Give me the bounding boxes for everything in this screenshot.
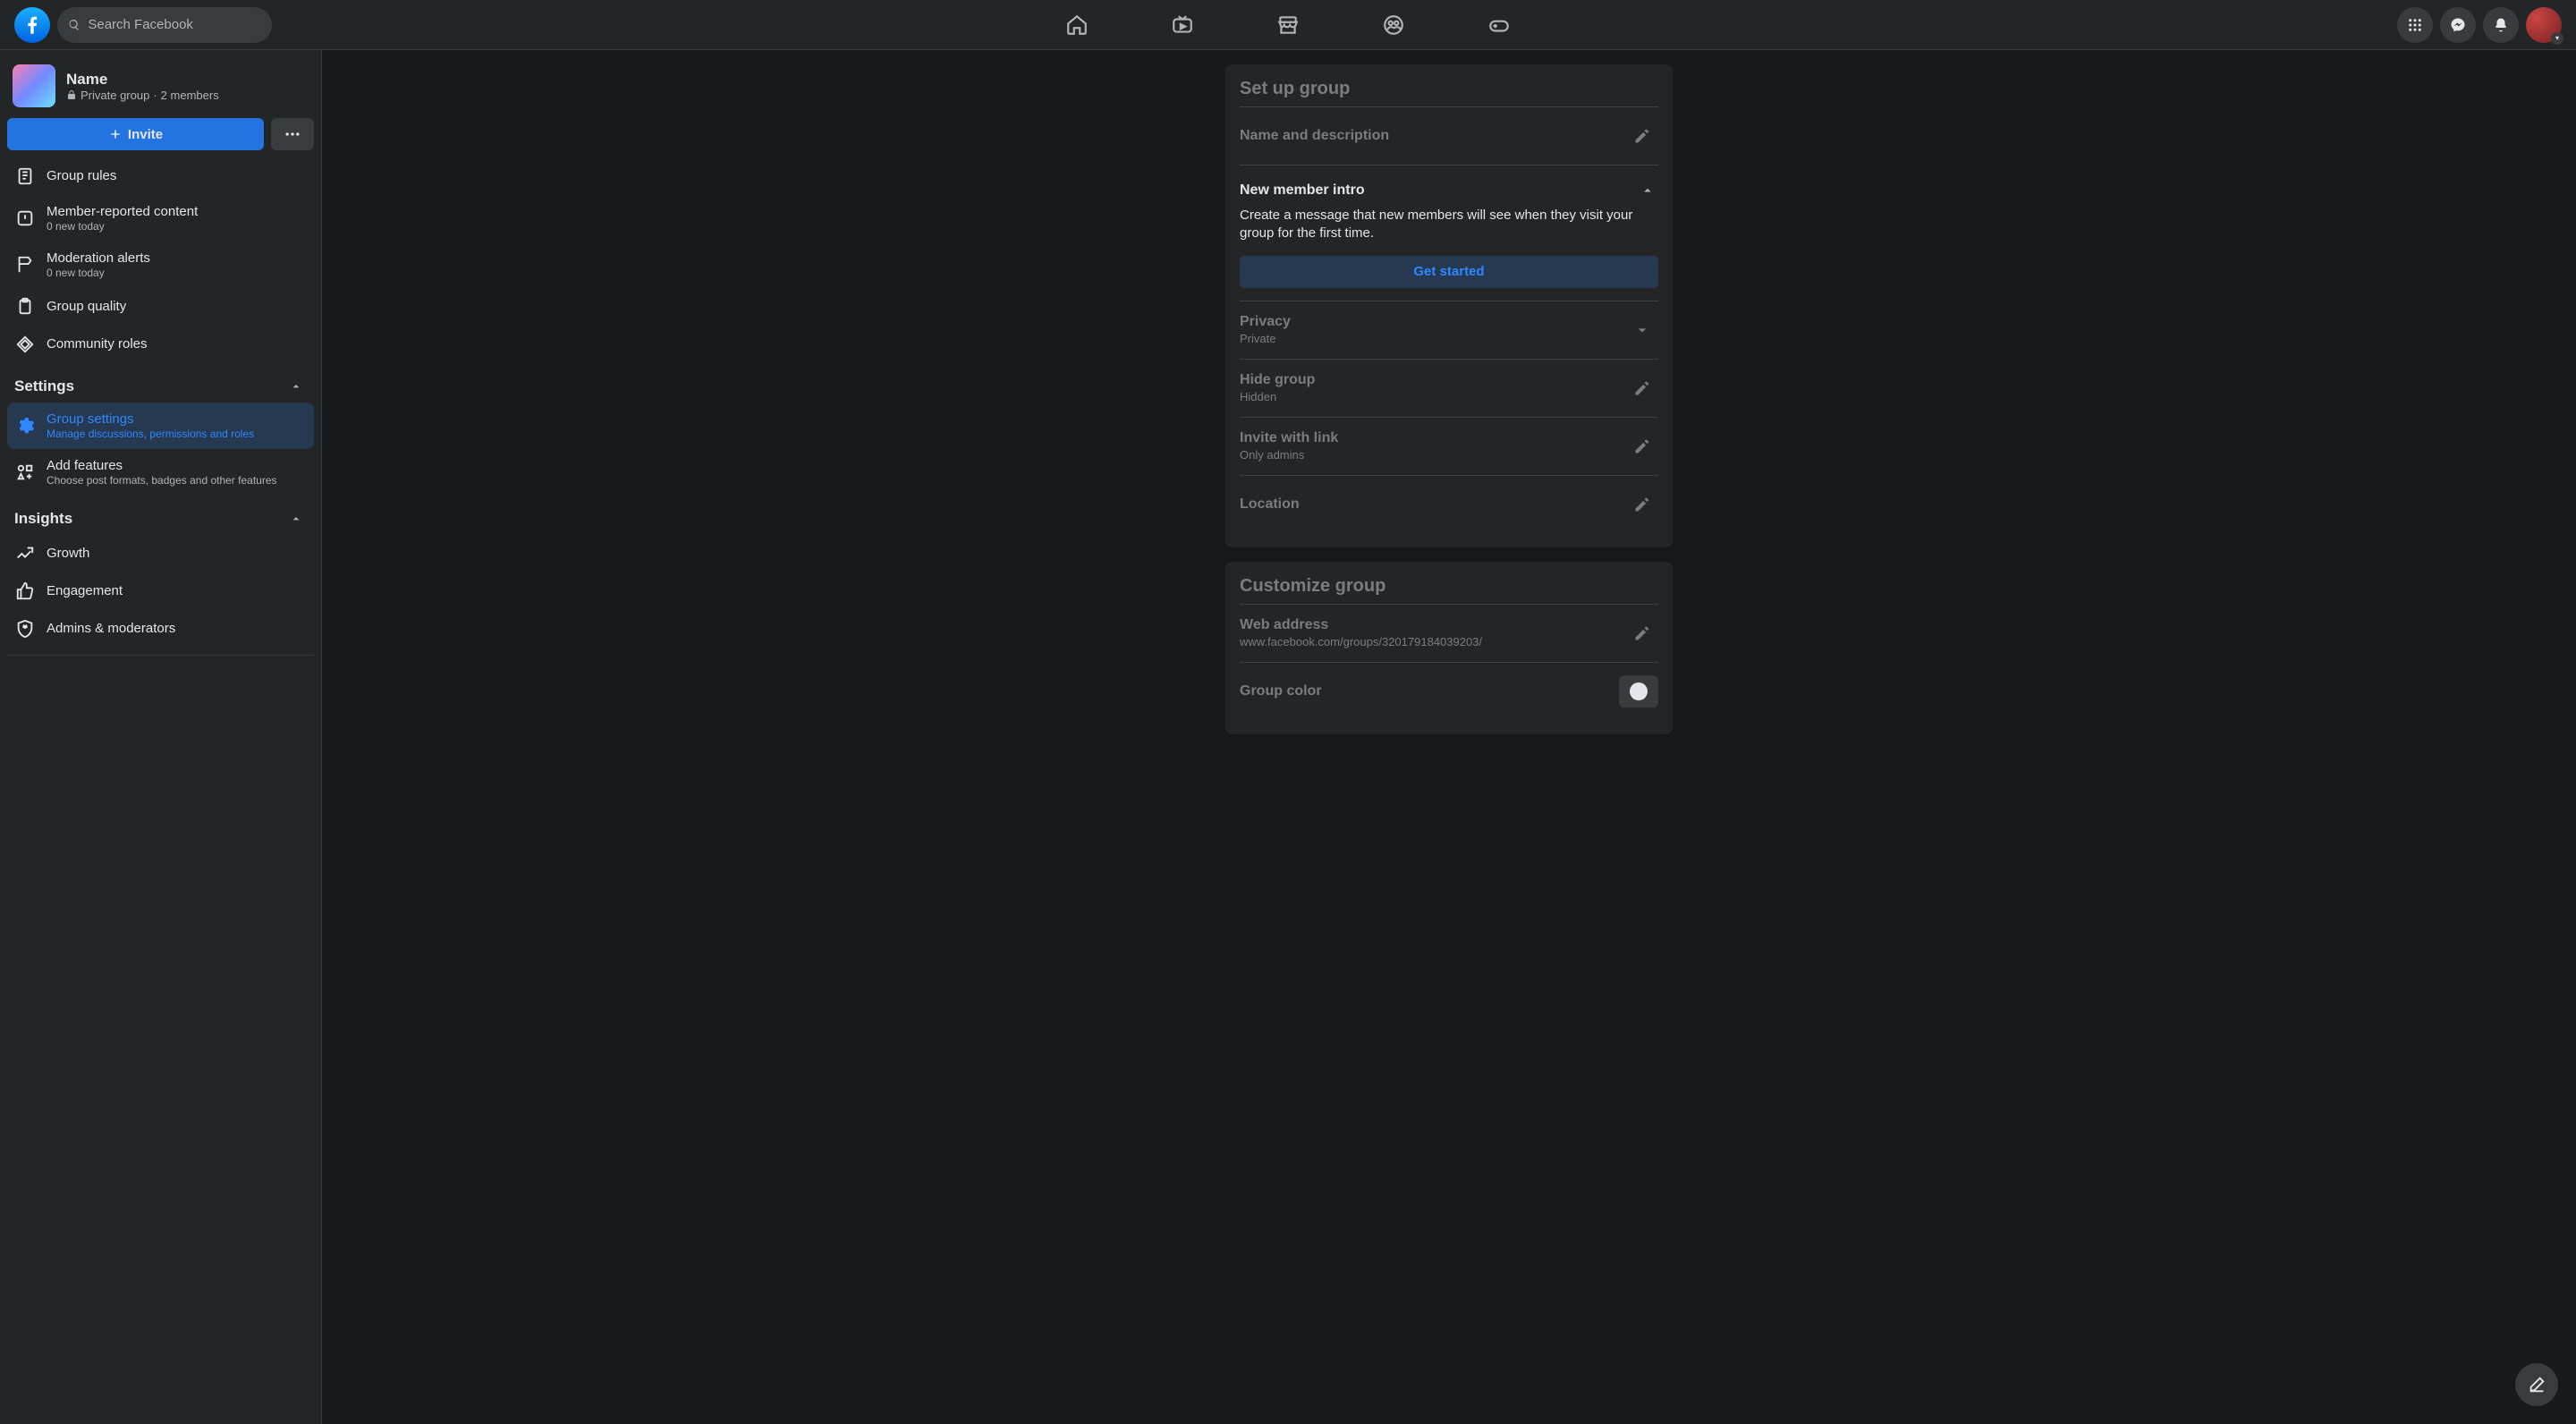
row-invite-link[interactable]: Invite with linkOnly admins	[1240, 417, 1658, 475]
group-avatar	[13, 64, 55, 107]
clipboard-icon	[15, 297, 35, 317]
pencil-icon	[1633, 127, 1651, 145]
top-header: ▾	[0, 0, 2576, 50]
row-hide-group[interactable]: Hide groupHidden	[1240, 359, 1658, 417]
row-name-description[interactable]: Name and description	[1240, 106, 1658, 165]
invite-button[interactable]: Invite	[7, 118, 264, 150]
customize-title: Customize group	[1240, 576, 1658, 597]
nav-marketplace[interactable]	[1239, 0, 1337, 50]
pencil-icon	[1633, 496, 1651, 513]
rules-icon	[15, 166, 35, 186]
menu-grid-button[interactable]	[2397, 7, 2433, 43]
row-location[interactable]: Location	[1240, 475, 1658, 533]
sidebar-item-group-settings[interactable]: Group settingsManage discussions, permis…	[7, 403, 314, 449]
sidebar-item-moderation-alerts[interactable]: Moderation alerts0 new today	[7, 242, 314, 288]
pencil-icon	[1633, 624, 1651, 642]
sidebar-item-group-quality[interactable]: Group quality	[7, 288, 314, 326]
messenger-button[interactable]	[2440, 7, 2476, 43]
sidebar-item-engagement[interactable]: Engagement	[7, 572, 314, 610]
setup-card: Set up group Name and description New me…	[1225, 64, 1673, 547]
flag-icon	[15, 255, 35, 275]
growth-icon	[15, 544, 35, 564]
edit-button[interactable]	[1626, 488, 1658, 521]
diamond-icon	[15, 335, 35, 354]
plus-icon	[108, 127, 123, 141]
edit-button[interactable]	[1626, 372, 1658, 404]
more-options-button[interactable]	[271, 118, 314, 150]
chevron-up-icon	[285, 376, 307, 397]
search-input[interactable]	[88, 17, 261, 32]
group-name: Name	[66, 71, 219, 89]
pencil-icon	[1633, 379, 1651, 397]
sidebar-section-settings[interactable]: Settings	[7, 363, 314, 403]
group-header[interactable]: Name Private group · 2 members	[7, 57, 314, 118]
shield-icon	[15, 619, 35, 639]
pencil-icon	[1633, 437, 1651, 455]
sidebar-item-reported-content[interactable]: Member-reported content0 new today	[7, 195, 314, 242]
sidebar-item-add-features[interactable]: Add featuresChoose post formats, badges …	[7, 449, 314, 496]
lock-icon	[66, 89, 77, 100]
nav-home[interactable]	[1028, 0, 1126, 50]
get-started-button[interactable]: Get started	[1240, 256, 1658, 288]
edit-button[interactable]	[1626, 617, 1658, 649]
row-privacy[interactable]: PrivacyPrivate	[1240, 301, 1658, 359]
chevron-up-icon[interactable]	[1637, 180, 1658, 201]
customize-card: Customize group Web addresswww.facebook.…	[1225, 562, 1673, 734]
shapes-icon	[15, 462, 35, 482]
nav-groups[interactable]	[1344, 0, 1443, 50]
sidebar-section-insights[interactable]: Insights	[7, 496, 314, 535]
facebook-logo[interactable]	[14, 7, 50, 43]
color-circle	[1630, 682, 1648, 700]
edit-button[interactable]	[1626, 430, 1658, 462]
sidebar-item-community-roles[interactable]: Community roles	[7, 326, 314, 363]
gear-icon	[15, 416, 35, 436]
nav-watch[interactable]	[1133, 0, 1232, 50]
admin-sidebar: Name Private group · 2 members Invite	[0, 50, 322, 1424]
row-group-color[interactable]: Group color	[1240, 662, 1658, 720]
color-swatch-button[interactable]	[1619, 675, 1658, 708]
intro-description: Create a message that new members will s…	[1240, 207, 1658, 243]
sidebar-item-growth[interactable]: Growth	[7, 535, 314, 572]
notifications-button[interactable]	[2483, 7, 2519, 43]
nav-gaming[interactable]	[1450, 0, 1548, 50]
group-meta: Private group · 2 members	[66, 89, 219, 102]
sidebar-item-admins[interactable]: Admins & moderators	[7, 610, 314, 648]
account-avatar[interactable]: ▾	[2526, 7, 2562, 43]
main-content: Set up group Name and description New me…	[322, 50, 2576, 1424]
row-web-address[interactable]: Web addresswww.facebook.com/groups/32017…	[1240, 604, 1658, 662]
search-box[interactable]	[57, 7, 272, 43]
edit-button[interactable]	[1626, 120, 1658, 152]
setup-title: Set up group	[1240, 79, 1658, 99]
chevron-up-icon	[285, 508, 307, 530]
alert-icon	[15, 208, 35, 228]
dots-icon	[284, 125, 301, 143]
thumbs-up-icon	[15, 581, 35, 601]
sidebar-item-group-rules[interactable]: Group rules	[7, 157, 314, 195]
compose-fab[interactable]	[2515, 1363, 2558, 1406]
search-icon	[68, 18, 80, 32]
row-new-member-intro: New member intro Create a message that n…	[1240, 165, 1658, 301]
edit-icon	[2527, 1375, 2546, 1394]
expand-button[interactable]	[1626, 314, 1658, 346]
chevron-down-icon: ▾	[2551, 32, 2563, 45]
chevron-down-icon	[1633, 321, 1651, 339]
